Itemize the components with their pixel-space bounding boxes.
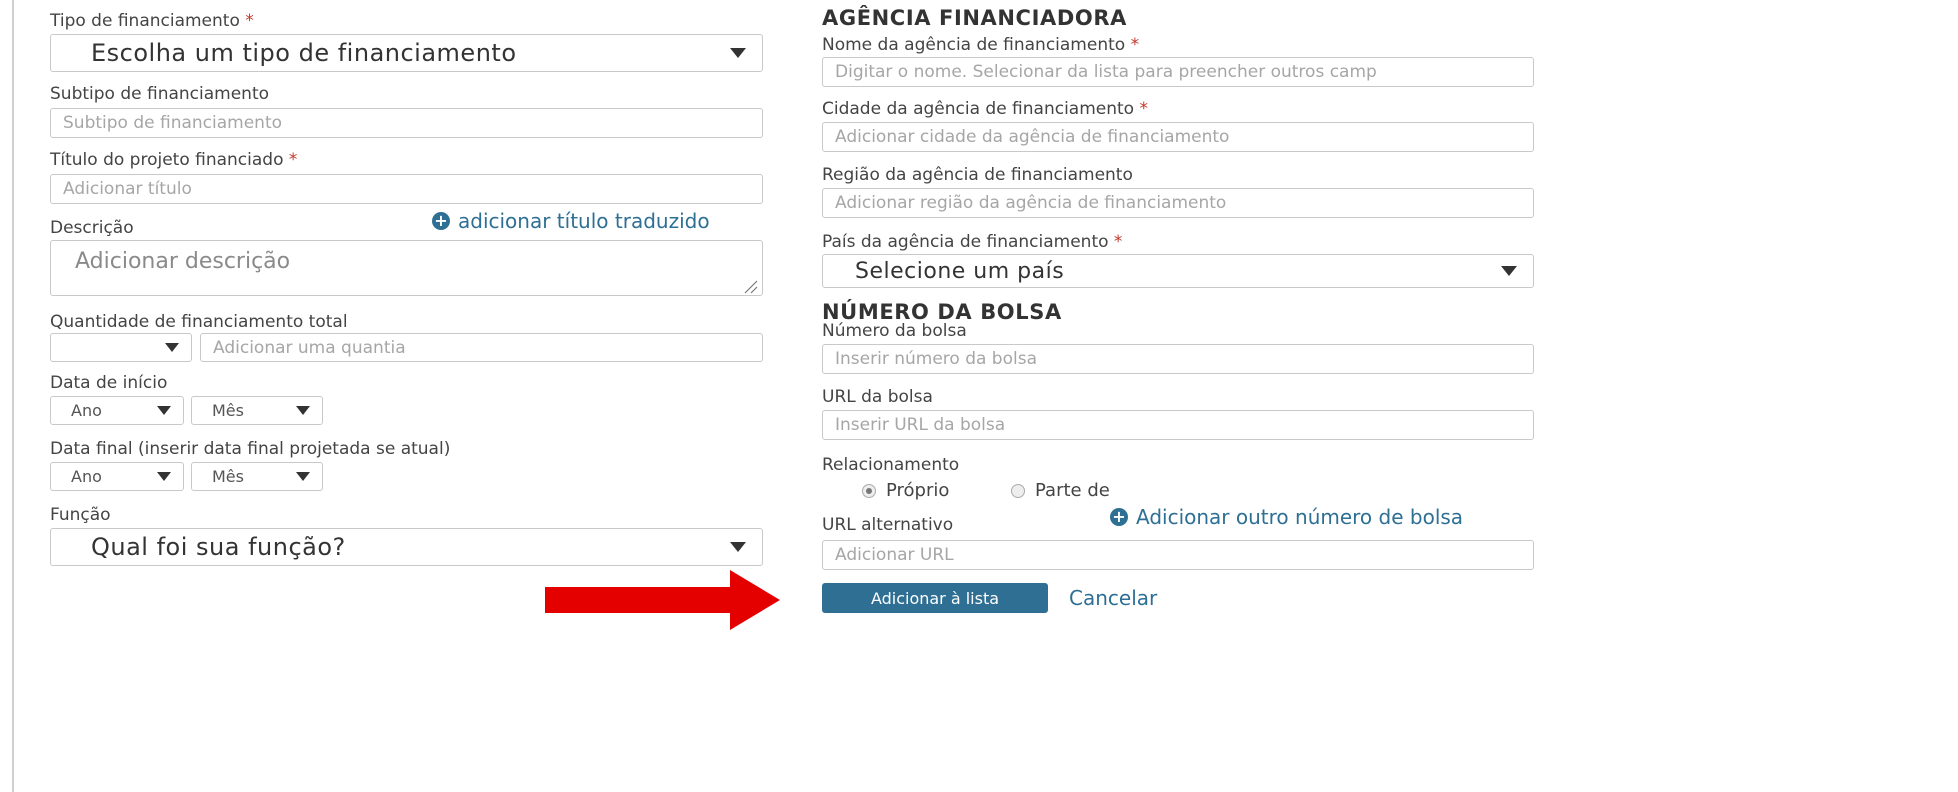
agency-region-label: Região da agência de financiamento (822, 165, 1133, 185)
add-grant-number-text: Adicionar outro número de bolsa (1136, 505, 1464, 529)
grant-url-input[interactable] (822, 410, 1534, 440)
funding-subtype-input[interactable] (50, 108, 763, 138)
funding-type-selected: Escolha um tipo de financiamento (91, 39, 517, 67)
plus-circle-icon: + (432, 212, 450, 230)
end-month-selected: Mês (212, 467, 244, 486)
funding-type-select[interactable]: Escolha um tipo de financiamento (50, 34, 763, 72)
end-year-selected: Ano (71, 467, 102, 486)
alt-url-label: URL alternativo (822, 515, 954, 535)
agency-country-selected: Selecione um país (855, 258, 1065, 284)
relationship-option-part-of[interactable]: Parte de (1011, 480, 1110, 501)
add-to-list-button[interactable]: Adicionar à lista (822, 583, 1048, 613)
grant-number-label: Número da bolsa (822, 321, 967, 341)
agency-heading: AGÊNCIA FINANCIADORA (822, 6, 1127, 30)
description-label: Descrição (50, 218, 134, 238)
resize-grip-icon[interactable] (742, 278, 758, 294)
chevron-down-icon (1501, 266, 1517, 276)
chevron-down-icon (157, 472, 171, 481)
chevron-down-icon (165, 343, 179, 352)
role-label: Função (50, 505, 111, 525)
start-date-label: Data de início (50, 373, 168, 393)
agency-city-input[interactable] (822, 122, 1534, 152)
currency-select[interactable] (50, 333, 192, 362)
relationship-option-self-label: Próprio (886, 480, 950, 501)
role-selected: Qual foi sua função? (91, 533, 346, 561)
end-year-select[interactable]: Ano (50, 462, 184, 491)
agency-country-label: País da agência de financiamento * (822, 232, 1123, 252)
radio-selected-icon[interactable] (862, 483, 876, 498)
start-month-select[interactable]: Mês (191, 396, 323, 425)
relationship-option-self[interactable]: Próprio (862, 480, 949, 501)
add-translated-title-text: adicionar título traduzido (458, 209, 710, 233)
left-divider-line (12, 0, 14, 792)
add-grant-number-link[interactable]: + Adicionar outro número de bolsa (1110, 505, 1463, 529)
chevron-down-icon (157, 406, 171, 415)
chevron-down-icon (296, 472, 310, 481)
chevron-down-icon (730, 542, 746, 552)
agency-country-select[interactable]: Selecione um país (822, 254, 1534, 288)
amount-input[interactable] (200, 333, 763, 362)
funding-type-label: Tipo de financiamento * (50, 11, 254, 31)
plus-circle-icon: + (1110, 508, 1128, 526)
project-title-input[interactable] (50, 174, 763, 204)
total-amount-label: Quantidade de financiamento total (50, 312, 348, 332)
description-textarea[interactable] (50, 240, 763, 296)
start-year-selected: Ano (71, 401, 102, 420)
agency-name-label: Nome da agência de financiamento * (822, 35, 1140, 55)
agency-city-label: Cidade da agência de financiamento * (822, 99, 1148, 119)
grant-url-label: URL da bolsa (822, 387, 933, 407)
grant-number-input[interactable] (822, 344, 1534, 374)
role-select[interactable]: Qual foi sua função? (50, 528, 763, 566)
cancel-link[interactable]: Cancelar (1069, 586, 1157, 610)
start-month-selected: Mês (212, 401, 244, 420)
end-month-select[interactable]: Mês (191, 462, 323, 491)
funding-subtype-label: Subtipo de financiamento (50, 84, 270, 104)
relationship-option-part-of-label: Parte de (1035, 480, 1110, 501)
chevron-down-icon (730, 48, 746, 58)
alt-url-input[interactable] (822, 540, 1534, 570)
agency-region-input[interactable] (822, 188, 1534, 218)
red-arrow-annotation (545, 570, 780, 630)
project-title-label: Título do projeto financiado * (50, 150, 298, 170)
radio-unselected-icon[interactable] (1011, 483, 1025, 498)
agency-name-input[interactable] (822, 57, 1534, 87)
end-date-label: Data final (inserir data final projetada… (50, 439, 451, 459)
chevron-down-icon (296, 406, 310, 415)
add-translated-title-link[interactable]: + adicionar título traduzido (432, 209, 710, 233)
relationship-label: Relacionamento (822, 455, 960, 475)
start-year-select[interactable]: Ano (50, 396, 184, 425)
